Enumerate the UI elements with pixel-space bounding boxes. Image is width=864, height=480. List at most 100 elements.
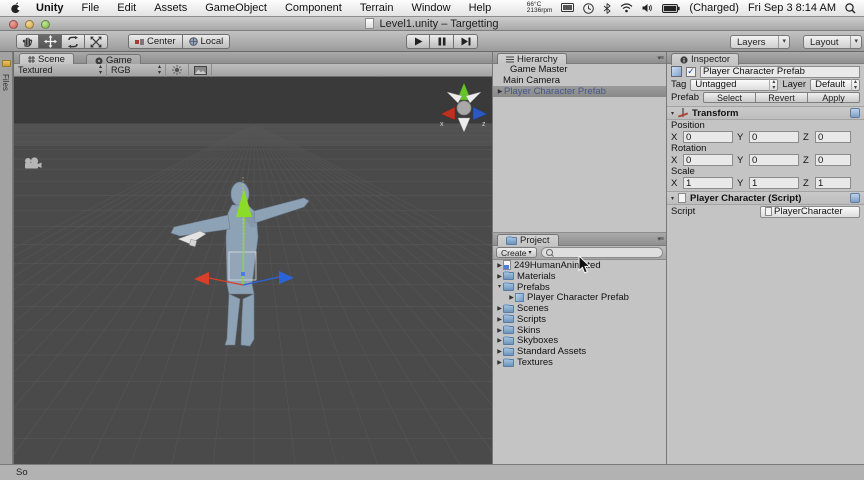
project-item-scenes[interactable]: ▶ Scenes [493,303,666,314]
rotation-x-field[interactable] [683,154,733,166]
script-file-icon [765,207,772,216]
project-item-label: Skins [517,324,541,336]
position-y-field[interactable] [749,131,799,143]
layout-dropdown[interactable]: Layout ▾ [803,35,862,49]
gizmo-x-label[interactable]: x [440,121,444,128]
folder-icon [503,335,514,345]
disclosure-triangle-expanded-icon[interactable]: ▾ [671,195,674,202]
menu-terrain[interactable]: Terrain [351,0,403,16]
script-component-header[interactable]: ▾ Player Character (Script) [667,191,864,205]
step-button[interactable] [454,34,478,49]
volume-icon[interactable] [642,3,653,13]
gameobject-name-field[interactable] [700,65,860,78]
scale-tool-button[interactable] [85,34,108,49]
prefab-apply-button[interactable]: Apply [808,92,860,103]
scene-lighting-toggle[interactable] [166,63,189,77]
move-tool-button[interactable] [39,34,62,49]
tab-project[interactable]: Project [497,234,559,246]
scale-x-field[interactable] [683,177,733,189]
menu-assets[interactable]: Assets [145,0,196,16]
project-item-standard-assets[interactable]: ▶ Standard Assets [493,346,666,357]
help-book-icon[interactable] [850,108,860,118]
panel-options-icon[interactable]: ▾≡ [657,235,664,243]
disclosure-triangle-icon[interactable]: ▶ [496,273,503,280]
project-item-prefabs[interactable]: ▾ Prefabs [493,282,666,293]
create-asset-button[interactable]: Create ▾ [496,247,537,258]
spotlight-icon[interactable] [845,2,856,14]
transform-component-header[interactable]: ▾ Transform [667,106,864,120]
folder-icon [503,281,514,291]
menu-file[interactable]: File [73,0,109,16]
rotation-local-button[interactable]: Local [182,34,231,49]
help-book-icon[interactable] [850,193,860,203]
panel-options-icon[interactable]: ▾≡ [657,54,664,62]
disclosure-triangle-icon[interactable]: ▶ [508,294,515,301]
scene-overlay-toggle[interactable] [189,63,212,77]
scale-y-field[interactable] [749,177,799,189]
hierarchy-item-label: Player Character Prefab [504,86,606,97]
menu-gameobject[interactable]: GameObject [196,0,276,16]
project-item-skins[interactable]: ▶ Skins [493,325,666,336]
script-object-field[interactable]: PlayerCharacter [760,205,860,218]
background-finder-window[interactable]: Files [0,52,13,464]
prefab-revert-button[interactable]: Revert [756,92,808,103]
menu-edit[interactable]: Edit [108,0,145,16]
hand-tool-button[interactable] [16,34,39,49]
pause-button[interactable] [430,34,454,49]
project-item-skyboxes[interactable]: ▶ Skyboxes [493,335,666,346]
window-titlebar[interactable]: Level1.unity – Targetting [0,17,864,31]
disclosure-triangle-icon[interactable]: ▶ [496,327,503,334]
hierarchy-item-player-character-prefab[interactable]: ▶ Player Character Prefab [493,86,666,97]
rotation-y-field[interactable] [749,154,799,166]
position-z-field[interactable] [815,131,851,143]
disclosure-triangle-icon[interactable]: ▶ [496,316,503,323]
project-item-player-character-prefab[interactable]: ▶ Player Character Prefab [493,292,666,303]
play-button[interactable] [406,34,430,49]
disclosure-triangle-icon[interactable]: ▶ [496,337,503,344]
disclosure-triangle-icon[interactable]: ▶ [496,359,503,366]
layers-dropdown[interactable]: Layers ▾ [730,35,790,49]
project-item-scripts[interactable]: ▶ Scripts [493,314,666,325]
battery-status: (Charged) [689,2,739,14]
apple-menu-icon[interactable] [10,2,21,14]
project-search-input[interactable] [555,247,658,258]
draw-mode-dropdown[interactable]: Textured ▴ ▾ [14,63,107,77]
prefab-select-button[interactable]: Select [703,92,756,103]
menubar-clock[interactable]: Fri Sep 3 8:14 AM [748,2,836,14]
disclosure-triangle-icon[interactable]: ▶ [496,262,503,269]
gizmo-z-label[interactable]: z [482,121,486,128]
render-channel-dropdown[interactable]: RGB ▴ ▾ [107,63,166,77]
clock-icon[interactable] [583,2,595,14]
project-item-textures[interactable]: ▶ Textures [493,357,666,368]
hierarchy-item-main-camera[interactable]: Main Camera [493,75,666,86]
hierarchy-item-game-master[interactable]: Game Master [493,64,666,75]
display-icon[interactable] [561,2,575,14]
position-label: Position [671,120,705,131]
disclosure-triangle-icon[interactable]: ▶ [496,88,504,95]
battery-icon[interactable] [662,3,681,13]
menu-component[interactable]: Component [276,0,351,16]
scale-z-field[interactable] [815,177,851,189]
pivot-center-label: Center [147,36,176,47]
disclosure-triangle-icon[interactable]: ▶ [496,305,503,312]
axis-y-label: Y [737,131,744,143]
axis-y-label: Y [737,177,744,189]
layer-dropdown[interactable]: Default ▴ ▾ [810,78,860,91]
position-x-field[interactable] [683,131,733,143]
menu-help[interactable]: Help [460,0,501,16]
wifi-icon[interactable] [620,3,633,13]
menu-unity[interactable]: Unity [27,0,73,16]
pivot-center-button[interactable]: Center [128,34,183,49]
bluetooth-icon[interactable] [603,2,612,14]
scene-viewport[interactable]: x z [14,77,492,464]
rotate-tool-button[interactable] [62,34,85,49]
rotation-z-field[interactable] [815,154,851,166]
project-search-field[interactable] [540,247,663,258]
tag-dropdown[interactable]: Untagged ▴ ▾ [690,78,779,91]
enabled-checkbox[interactable] [686,66,696,77]
menu-window[interactable]: Window [402,0,459,16]
disclosure-triangle-expanded-icon[interactable]: ▾ [496,283,503,290]
disclosure-triangle-expanded-icon[interactable]: ▾ [671,110,674,117]
system-monitor-widget[interactable]: 66°C 2136rpm [527,1,553,15]
disclosure-triangle-icon[interactable]: ▶ [496,348,503,355]
